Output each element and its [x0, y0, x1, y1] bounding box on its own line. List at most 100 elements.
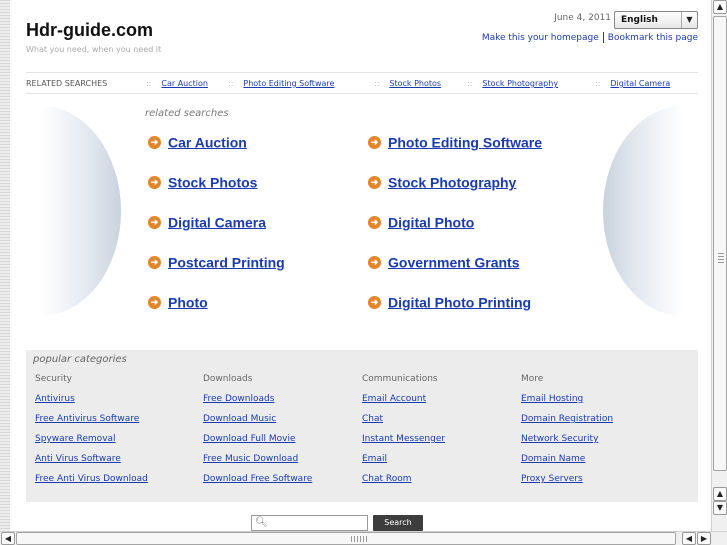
related-search-link[interactable]: Stock Photos [168, 174, 257, 190]
category-link[interactable]: Chat [362, 414, 445, 434]
related-bar-link[interactable]: Photo Editing Software [243, 79, 334, 88]
related-search-item: ➜ Digital Camera [148, 213, 266, 230]
arrow-circle-icon: ➜ [148, 255, 161, 269]
scroll-down-icon[interactable]: ▼ [713, 501, 727, 515]
bookmark-link[interactable]: Bookmark this page [608, 33, 698, 43]
search-input[interactable]: 🔍︎ [251, 515, 368, 531]
related-search-link[interactable]: Stock Photography [388, 174, 516, 190]
scroll-up-icon[interactable]: ▲ [713, 487, 727, 501]
related-bar-item: :: Photo Editing Software [228, 79, 335, 88]
vertical-scroll-thumb[interactable] [713, 16, 727, 471]
category-link[interactable]: Anti Virus Software [35, 454, 148, 474]
related-search-item: ➜ Postcard Printing [148, 253, 285, 270]
horizontal-scroll-thumb[interactable] [16, 532, 676, 545]
related-bar-label: RELATED SEARCHES [26, 79, 108, 88]
category-link[interactable]: Domain Registration [521, 414, 613, 434]
category-link[interactable]: Download Full Movie [203, 434, 312, 454]
category-link[interactable]: Free Downloads [203, 394, 312, 414]
related-search-item: ➜ Photo [148, 293, 208, 310]
category-title: Communications [362, 374, 438, 384]
make-homepage-link[interactable]: Make this your homepage [482, 33, 599, 43]
vertical-scrollbar[interactable]: ▲ ▲ ▼ [711, 0, 727, 531]
language-select[interactable]: English ▼ [614, 11, 698, 29]
related-search-item: ➜ Stock Photos [148, 173, 257, 190]
category-link[interactable]: Chat Room [362, 474, 445, 494]
related-search-link[interactable]: Government Grants [388, 254, 519, 270]
scroll-right-icon[interactable]: ▶ [697, 532, 711, 545]
related-bar-item: :: Digital Camera [595, 79, 671, 88]
arrow-circle-icon: ➜ [368, 255, 381, 269]
site-title: Hdr-guide.com [26, 20, 154, 40]
scroll-up-icon[interactable]: ▲ [713, 0, 727, 14]
tagline: What you need, when you need it [26, 45, 162, 54]
arrow-circle-icon: ➜ [368, 215, 381, 229]
related-search-link[interactable]: Digital Photo Printing [388, 294, 531, 310]
related-search-item: ➜ Stock Photography [368, 173, 516, 190]
grip-icon [351, 536, 367, 542]
left-edge-strip [0, 0, 10, 531]
arrow-circle-icon: ➜ [148, 215, 161, 229]
decorative-curve-left [41, 106, 121, 316]
category-link[interactable]: Domain Name [521, 454, 613, 474]
arrow-circle-icon: ➜ [148, 135, 161, 149]
top-links: Make this your homepage Bookmark this pag… [482, 32, 698, 43]
chevron-down-icon: ▼ [681, 12, 697, 28]
related-search-item: ➜ Photo Editing Software [368, 133, 542, 150]
scroll-left-icon[interactable]: ◀ [682, 532, 696, 545]
category-title: More [521, 374, 544, 384]
related-search-item: ➜ Digital Photo Printing [368, 293, 531, 310]
category-column-downloads: Downloads Free Downloads Download Music … [203, 374, 312, 494]
category-title: Security [35, 374, 72, 384]
search-button[interactable]: Search [373, 515, 423, 531]
category-link[interactable]: Free Music Download [203, 454, 312, 474]
arrow-circle-icon: ➜ [368, 175, 381, 189]
link-divider [602, 32, 604, 43]
arrow-circle-icon: ➜ [368, 135, 381, 149]
related-bar-item: :: Stock Photos [374, 79, 442, 88]
popular-categories-heading: popular categories [33, 354, 127, 365]
language-value: English [621, 15, 658, 25]
related-searches-bar: RELATED SEARCHES :: Car Auction :: Photo E… [26, 72, 698, 94]
category-column-communications: Communications Email Account Chat Instan… [362, 374, 445, 494]
category-link[interactable]: Email [362, 454, 445, 474]
related-search-link[interactable]: Digital Camera [168, 214, 266, 230]
related-bar-link[interactable]: Digital Camera [610, 79, 670, 88]
date-label: June 4, 2011 [554, 13, 611, 23]
grip-icon [718, 253, 724, 265]
related-search-link[interactable]: Car Auction [168, 134, 247, 150]
category-link[interactable]: Download Free Software [203, 474, 312, 494]
category-link[interactable]: Spyware Removal [35, 434, 148, 454]
category-title: Downloads [203, 374, 253, 384]
category-link[interactable]: Free Antivirus Software [35, 414, 148, 434]
category-column-security: Security Antivirus Free Antivirus Softwa… [35, 374, 148, 494]
related-searches-heading: related searches [145, 108, 229, 119]
scroll-left-icon[interactable]: ◀ [1, 532, 15, 545]
related-search-item: ➜ Car Auction [148, 133, 247, 150]
arrow-circle-icon: ➜ [148, 175, 161, 189]
category-link[interactable]: Download Music [203, 414, 312, 434]
related-bar-item: :: Car Auction [146, 79, 208, 88]
category-link[interactable]: Email Hosting [521, 394, 613, 414]
related-bar-link[interactable]: Car Auction [161, 79, 208, 88]
horizontal-scrollbar[interactable]: ◀ ◀ ▶ [0, 531, 727, 545]
header: Hdr-guide.com What you need, when you ne… [26, 8, 698, 68]
category-link[interactable]: Free Anti Virus Download [35, 474, 148, 494]
category-link[interactable]: Antivirus [35, 394, 148, 414]
decorative-curve-right [603, 106, 683, 316]
related-search-link[interactable]: Digital Photo [388, 214, 474, 230]
category-link[interactable]: Network Security [521, 434, 613, 454]
category-link[interactable]: Proxy Servers [521, 474, 613, 494]
related-bar-link[interactable]: Stock Photography [482, 79, 558, 88]
category-link[interactable]: Email Account [362, 394, 445, 414]
related-search-link[interactable]: Postcard Printing [168, 254, 285, 270]
related-bar-item: :: Stock Photography [467, 79, 559, 88]
magnifier-icon: 🔍︎ [255, 517, 268, 528]
related-search-item: ➜ Government Grants [368, 253, 519, 270]
related-search-item: ➜ Digital Photo [368, 213, 474, 230]
related-search-link[interactable]: Photo [168, 294, 208, 310]
related-bar-link[interactable]: Stock Photos [389, 79, 441, 88]
popular-categories-panel: popular categories Security Antivirus Fr… [26, 350, 698, 502]
arrow-circle-icon: ➜ [148, 295, 161, 309]
category-link[interactable]: Instant Messenger [362, 434, 445, 454]
related-search-link[interactable]: Photo Editing Software [388, 134, 542, 150]
